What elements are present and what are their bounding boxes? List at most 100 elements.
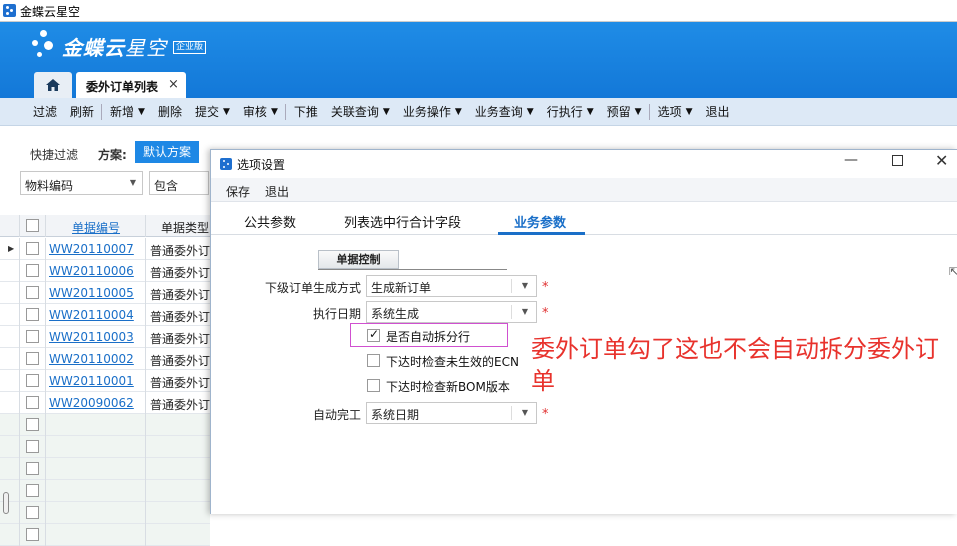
doc-type-cell: 普通委外订单 — [150, 288, 210, 302]
sub-order-mode-select[interactable]: 生成新订单 ▼ — [366, 275, 537, 297]
toolbar-button-10[interactable]: 行执行 ▼ — [547, 103, 594, 120]
filter-operator-value: 包含 — [154, 179, 179, 193]
scrollbar-thumb[interactable] — [3, 492, 9, 514]
doc-number-link[interactable]: WW20110001 — [49, 374, 134, 388]
window-title-bar: 金蝶云星空 — [0, 0, 957, 22]
doc-type-cell: 普通委外订单 — [150, 266, 210, 280]
tab-list-sum-fields[interactable]: 列表选中行合计字段 — [344, 212, 461, 231]
table-row[interactable]: WW20110003 普通委外订单 — [0, 326, 210, 348]
toolbar-button-label: 审核 — [242, 105, 267, 119]
tab-outsourcing-order-list[interactable]: 委外订单列表 × — [76, 72, 186, 98]
tab-business-params[interactable]: 业务参数 — [514, 212, 566, 231]
column-header-doc-no[interactable]: 单据编号 — [72, 219, 120, 236]
row-checkbox[interactable] — [26, 418, 39, 431]
chevron-down-icon: ▼ — [382, 106, 390, 117]
exit-button[interactable]: 退出 — [265, 183, 289, 200]
tab-common-params[interactable]: 公共参数 — [244, 212, 296, 231]
toolbar-button-9[interactable]: 业务查询 ▼ — [475, 103, 534, 120]
save-button[interactable]: 保存 — [226, 183, 250, 200]
row-checkbox[interactable] — [26, 484, 39, 497]
section-divider — [318, 269, 507, 270]
toolbar-button-8[interactable]: 业务操作 ▼ — [403, 103, 462, 120]
toolbar-button-7[interactable]: 关联查询 ▼ — [331, 103, 390, 120]
doc-number-link[interactable]: WW20110005 — [49, 286, 134, 300]
toolbar-button-11[interactable]: 预留 ▼ — [607, 103, 642, 120]
toolbar-button-2[interactable]: 新增 ▼ — [110, 103, 145, 120]
table-row[interactable]: WW20110005 普通委外订单 — [0, 282, 210, 304]
filter-field-select[interactable]: 物料编码 ▼ — [20, 171, 143, 195]
row-checkbox[interactable] — [26, 242, 39, 255]
edition-badge: 企业版 — [173, 41, 207, 54]
expand-icon[interactable]: ⇱ — [949, 265, 957, 278]
check-bom-checkbox[interactable] — [367, 379, 380, 392]
toolbar-button-3[interactable]: 删除 — [158, 103, 182, 120]
table-row[interactable]: ▶ WW20110007 普通委外订单 — [0, 238, 210, 260]
options-dialog: 选项设置 — ✕ 保存 退出 公共参数 列表选中行合计字段 业务参数 ⇱ 单据控… — [210, 149, 957, 514]
doc-number-link[interactable]: WW20110006 — [49, 264, 134, 278]
row-checkbox[interactable] — [26, 330, 39, 343]
column-header-doc-type[interactable]: 单据类型 — [161, 219, 209, 236]
doc-number-link[interactable]: WW20110004 — [49, 308, 134, 322]
row-checkbox[interactable] — [26, 528, 39, 541]
table-row[interactable] — [0, 414, 210, 436]
home-tab[interactable] — [34, 72, 72, 98]
table-row[interactable]: WW20110001 普通委外订单 — [0, 370, 210, 392]
auto-split-row-label: 是否自动拆分行 — [386, 330, 471, 344]
check-ecn-label: 下达时检查未生效的ECN — [386, 355, 519, 369]
toolbar-button-label: 提交 — [194, 105, 219, 119]
table-row[interactable] — [0, 480, 210, 502]
sub-order-mode-value: 生成新订单 — [371, 281, 432, 295]
row-checkbox[interactable] — [26, 286, 39, 299]
doc-number-link[interactable]: WW20110003 — [49, 330, 134, 344]
row-checkbox[interactable] — [26, 506, 39, 519]
toolbar-button-0[interactable]: 过滤 — [33, 103, 57, 120]
toolbar-button-1[interactable]: 刷新 — [70, 103, 94, 120]
table-row[interactable] — [0, 502, 210, 524]
row-checkbox[interactable] — [26, 308, 39, 321]
table-row[interactable] — [0, 524, 210, 546]
main-toolbar: 过滤 刷新 新增 ▼ 删除 提交 ▼ 审核 ▼ 下推 关联查询 ▼ 业务操作 ▼ 业务查询 ▼ 行执行 ▼ 预留 ▼ 选… — [0, 98, 957, 126]
toolbar-divider — [648, 103, 650, 120]
toolbar-button-label: 行执行 — [546, 105, 583, 119]
table-row[interactable] — [0, 436, 210, 458]
toolbar-button-5[interactable]: 审核 ▼ — [243, 103, 278, 120]
required-mark: * — [542, 280, 549, 295]
row-checkbox[interactable] — [26, 352, 39, 365]
exec-date-select[interactable]: 系统生成 ▼ — [366, 301, 537, 323]
toolbar-button-label: 刷新 — [70, 105, 95, 119]
chevron-down-icon: ▼ — [586, 106, 594, 117]
doc-number-link[interactable]: WW20110007 — [49, 242, 134, 256]
toolbar-button-4[interactable]: 提交 ▼ — [195, 103, 230, 120]
table-row[interactable]: WW20110002 普通委外订单 — [0, 348, 210, 370]
maximize-icon[interactable] — [892, 155, 903, 166]
row-checkbox[interactable] — [26, 440, 39, 453]
toolbar-button-6[interactable]: 下推 — [294, 103, 318, 120]
dialog-tabs: 公共参数 列表选中行合计字段 业务参数 ⇱ — [211, 202, 957, 278]
toolbar-button-12[interactable]: 选项 ▼ — [658, 103, 693, 120]
row-checkbox[interactable] — [26, 396, 39, 409]
table-row[interactable]: WW20110006 普通委外订单 — [0, 260, 210, 282]
table-row[interactable]: WW20110004 普通委外订单 — [0, 304, 210, 326]
logo-icon — [32, 30, 58, 58]
row-checkbox[interactable] — [26, 462, 39, 475]
auto-complete-select[interactable]: 系统日期 ▼ — [366, 402, 537, 424]
select-all-checkbox[interactable] — [26, 219, 39, 232]
auto-split-row-checkbox[interactable] — [367, 327, 380, 342]
section-doc-control: 单据控制 — [318, 250, 399, 269]
doc-type-cell: 普通委外订单 — [150, 398, 210, 412]
table-row[interactable] — [0, 458, 210, 480]
close-icon[interactable]: × — [168, 77, 179, 92]
row-checkbox[interactable] — [26, 374, 39, 387]
toolbar-button-13[interactable]: 退出 — [706, 103, 730, 120]
app-icon — [3, 4, 16, 17]
doc-number-link[interactable]: WW20110002 — [49, 352, 134, 366]
table-row[interactable]: WW20090062 普通委外订单 — [0, 392, 210, 414]
filter-operator-select[interactable]: 包含 — [149, 171, 209, 195]
default-scheme-button[interactable]: 默认方案 — [135, 141, 199, 163]
row-checkbox[interactable] — [26, 264, 39, 277]
tab-label: 委外订单列表 — [86, 80, 159, 94]
doc-number-link[interactable]: WW20090062 — [49, 396, 134, 410]
close-icon[interactable]: ✕ — [935, 151, 948, 170]
minimize-icon[interactable]: — — [844, 152, 858, 168]
check-ecn-checkbox[interactable] — [367, 354, 380, 367]
